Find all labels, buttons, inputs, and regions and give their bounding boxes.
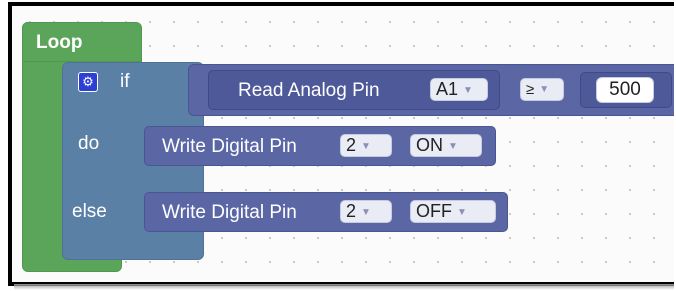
read-analog-label: Read Analog Pin — [238, 80, 380, 101]
else-pin-dropdown[interactable]: 2 ▼ — [340, 200, 392, 223]
else-state-dropdown[interactable]: OFF ▼ — [410, 200, 496, 223]
do-label: do — [78, 133, 100, 154]
loop-label: Loop — [36, 32, 83, 53]
threshold-input[interactable]: 500 — [596, 77, 654, 103]
chevron-down-icon: ▼ — [463, 85, 473, 96]
frame-shadow — [14, 284, 674, 290]
do-state-dropdown[interactable]: ON ▼ — [410, 134, 482, 157]
operator-dropdown[interactable]: ≥ ▼ — [520, 78, 564, 101]
else-state-value: OFF — [416, 201, 452, 221]
operator-value: ≥ — [526, 81, 535, 98]
chevron-down-icon: ▼ — [361, 141, 371, 152]
if-label: if — [120, 71, 130, 92]
chevron-down-icon: ▼ — [539, 84, 550, 95]
analog-pin-value: A1 — [436, 79, 459, 99]
do-state-value: ON — [416, 135, 443, 155]
else-write-label: Write Digital Pin — [162, 202, 297, 223]
else-label: else — [72, 201, 107, 222]
analog-pin-dropdown[interactable]: A1 ▼ — [430, 78, 488, 101]
do-pin-value: 2 — [346, 135, 357, 155]
chevron-down-icon: ▼ — [457, 207, 467, 218]
blockly-workspace[interactable]: Loop ⚙ if do else Read Analog Pin A1 ▼ ≥ ▼… — [8, 2, 674, 286]
chevron-down-icon: ▼ — [448, 141, 458, 152]
else-pin-value: 2 — [346, 201, 357, 221]
gear-icon[interactable]: ⚙ — [78, 72, 98, 92]
do-pin-dropdown[interactable]: 2 ▼ — [340, 134, 392, 157]
chevron-down-icon: ▼ — [361, 207, 371, 218]
do-write-label: Write Digital Pin — [162, 136, 297, 157]
